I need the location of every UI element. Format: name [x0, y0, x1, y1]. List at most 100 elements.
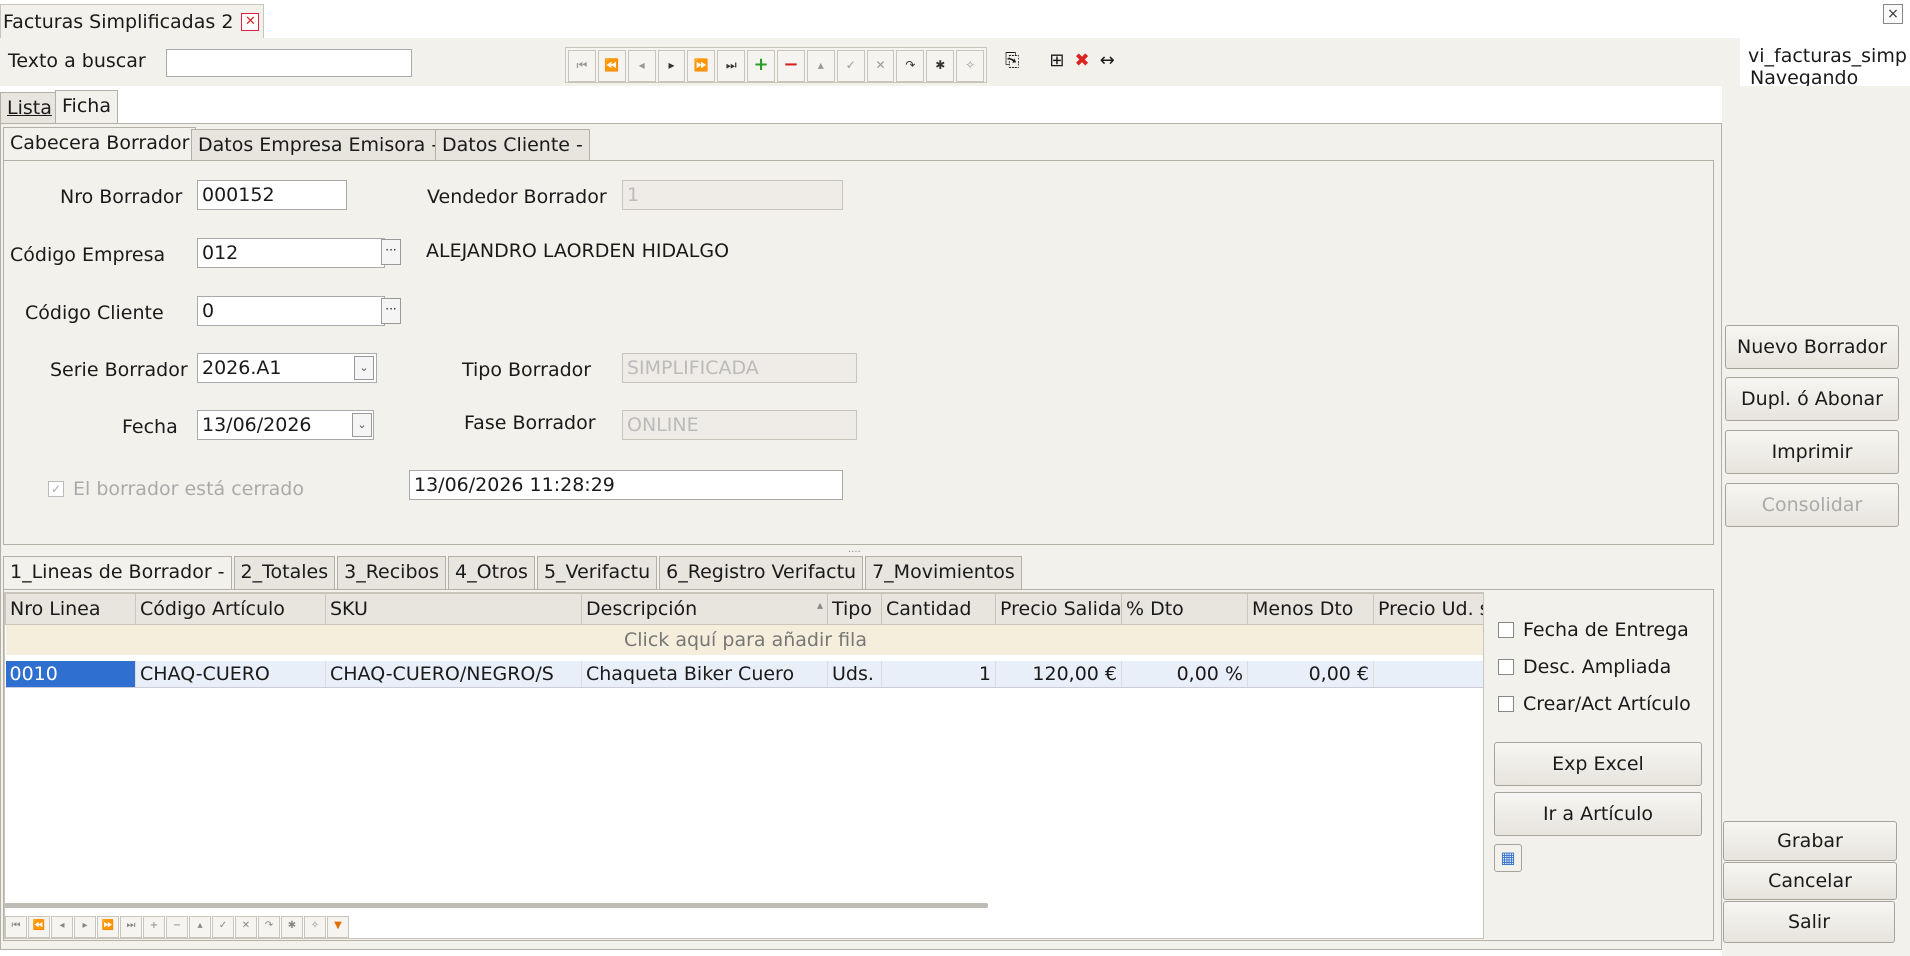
prev-icon[interactable]: ◂	[627, 50, 656, 82]
grid-nav-button-icon[interactable]: ⏭	[120, 916, 142, 938]
grid-nav-button-icon[interactable]: ▼	[327, 916, 349, 938]
column-header[interactable]: Cantidad	[881, 593, 996, 625]
cancel-icon[interactable]: ✕	[866, 50, 895, 82]
column-header[interactable]: Código Artículo	[135, 593, 326, 625]
column-header[interactable]: Nro Linea	[5, 593, 136, 625]
add-view-icon[interactable]: ⊞	[1049, 50, 1064, 71]
document-tab[interactable]: Facturas Simplificadas 2 ✕	[0, 4, 265, 38]
grid-nav-button-icon[interactable]: ▸	[74, 916, 96, 938]
refresh-icon[interactable]: ↷	[896, 50, 925, 82]
grid-nav-button-icon[interactable]: ↷	[258, 916, 280, 938]
exp-excel-button[interactable]: Exp Excel	[1494, 742, 1702, 786]
tab-otros[interactable]: 4_Otros	[448, 556, 535, 589]
column-header[interactable]: Precio Ud. s	[1373, 593, 1483, 625]
nuevo-borrador-button[interactable]: Nuevo Borrador	[1725, 325, 1899, 369]
codigo-empresa-field[interactable]: 012	[197, 238, 385, 268]
grid-nav-button-icon[interactable]: ✧	[304, 916, 326, 938]
last-icon[interactable]: ⏭	[717, 50, 746, 82]
accept-icon[interactable]: ✓	[836, 50, 865, 82]
serie-dropdown-icon[interactable]: ⌄	[354, 356, 374, 380]
add-row-prompt[interactable]: Click aquí para añadir fila	[5, 624, 1483, 655]
table-cell[interactable]: CHAQ-CUERO	[135, 661, 326, 688]
crear-articulo-checkbox[interactable]	[1498, 696, 1514, 712]
tab-lineas[interactable]: 1_Lineas de Borrador -	[3, 556, 232, 589]
tab-verifactu[interactable]: 5_Verifactu	[536, 556, 658, 589]
fecha-field[interactable]: 13/06/2026	[197, 410, 374, 440]
grid-nav-button-icon[interactable]: ⏩	[97, 916, 119, 938]
tab-verifactu-label: 5_Verifactu	[543, 561, 651, 583]
column-header[interactable]: Descripción ▴	[581, 593, 828, 625]
grabar-button[interactable]: Grabar	[1723, 821, 1897, 861]
tab-registro-verifactu[interactable]: 6_Registro Verifactu	[659, 556, 864, 589]
tab-ficha[interactable]: Ficha	[55, 90, 118, 124]
up-icon[interactable]: ▴	[806, 50, 835, 82]
fecha-entrega-checkbox[interactable]	[1498, 622, 1514, 638]
table-cell[interactable]: 1	[881, 661, 996, 688]
tab-lista[interactable]: Lista	[0, 92, 59, 124]
codigo-empresa-lookup-button[interactable]: ···	[381, 239, 401, 265]
fase-borrador-field: ONLINE	[622, 410, 857, 440]
table-cell[interactable]: 0,00 %	[1121, 661, 1248, 688]
table-cell[interactable]: 0,00 €	[1247, 661, 1374, 688]
table-cell[interactable]: CHAQ-CUERO/NEGRO/S	[325, 661, 582, 688]
ir-articulo-button[interactable]: Ir a Artículo	[1494, 792, 1702, 836]
grid-nav-button-icon[interactable]: ⏪	[28, 916, 50, 938]
copy-record-icon[interactable]: ⎘	[1005, 50, 1019, 71]
salir-button[interactable]: Salir	[1723, 901, 1895, 943]
tab-movimientos[interactable]: 7_Movimientos	[865, 556, 1022, 589]
column-header[interactable]: % Dto	[1121, 593, 1248, 625]
tab-recibos[interactable]: 3_Recibos	[337, 556, 447, 589]
grid-nav-button-icon[interactable]: ▴	[189, 916, 211, 938]
grid-nav-button-icon[interactable]: +	[143, 916, 165, 938]
grid-nav-button-icon[interactable]: ◂	[51, 916, 73, 938]
imprimir-button[interactable]: Imprimir	[1725, 430, 1899, 474]
remove-view-icon[interactable]: ✖	[1075, 50, 1090, 71]
table-cell[interactable]: 0010	[5, 661, 136, 688]
next-icon[interactable]: ▸	[657, 50, 686, 82]
codigo-cliente-field[interactable]: 0	[197, 296, 385, 326]
table-cell[interactable]: Chaqueta Biker Cuero	[581, 661, 828, 688]
nro-borrador-field[interactable]: 000152	[197, 180, 347, 210]
column-header-label: Tipo	[832, 598, 872, 620]
delete-icon[interactable]: −	[777, 50, 805, 82]
column-header[interactable]: Precio Salida	[995, 593, 1122, 625]
grid-nav-button-icon[interactable]: ✕	[235, 916, 257, 938]
tab-totales[interactable]: 2_Totales	[233, 556, 336, 589]
table-cell[interactable]	[1373, 661, 1483, 688]
grid-nav-button-icon[interactable]: ⏮	[5, 916, 27, 938]
resize-icon[interactable]: ↔	[1100, 50, 1115, 71]
calculator-icon[interactable]: ▦	[1494, 844, 1522, 872]
duplicar-button[interactable]: Dupl. ó Abonar	[1725, 377, 1899, 421]
add-icon[interactable]: +	[747, 50, 776, 82]
grid-scrollbar[interactable]	[4, 903, 988, 908]
grid-nav-button-icon[interactable]: −	[166, 916, 188, 938]
codigo-cliente-lookup-button[interactable]: ···	[381, 298, 401, 324]
column-header[interactable]: Tipo	[827, 593, 882, 625]
serie-borrador-label: Serie Borrador	[50, 359, 188, 381]
serie-borrador-select[interactable]: 2026.A1	[197, 353, 377, 383]
grid-nav-button-icon[interactable]: ✱	[281, 916, 303, 938]
table-cell[interactable]: Uds.	[827, 661, 882, 688]
close-tab-icon[interactable]: ✕	[241, 13, 260, 31]
tab-cabecera[interactable]: Cabecera Borrador	[3, 127, 197, 161]
search-input[interactable]	[166, 49, 412, 77]
next-page-icon[interactable]: ⏩	[687, 50, 716, 82]
star-icon[interactable]: ✱	[926, 50, 955, 82]
column-header[interactable]: SKU	[325, 593, 582, 625]
prev-page-icon[interactable]: ⏪	[597, 50, 626, 82]
tab-totales-label: 2_Totales	[240, 561, 329, 583]
close-window-icon[interactable]: ×	[1883, 4, 1903, 24]
tab-empresa-emisora[interactable]: Datos Empresa Emisora -	[191, 129, 446, 161]
extra-toolbar: ⎘ ⊞ ✖ ↔	[1005, 50, 1115, 71]
star-outline-icon[interactable]: ✧	[956, 50, 985, 82]
table-cell[interactable]: 120,00 €	[995, 661, 1122, 688]
fecha-dropdown-icon[interactable]: ⌄	[352, 413, 372, 437]
table-row[interactable]: 0010 CHAQ-CUERO CHAQ-CUERO/NEGRO/S Chaqueta…	[5, 661, 1483, 688]
desc-ampliada-checkbox[interactable]	[1498, 659, 1514, 675]
cancelar-button[interactable]: Cancelar	[1723, 862, 1897, 900]
first-icon[interactable]: ⏮	[568, 50, 596, 82]
grid-nav-button-icon[interactable]: ✓	[212, 916, 234, 938]
tab-cliente[interactable]: Datos Cliente -	[435, 129, 590, 161]
tab-registro-label: 6_Registro Verifactu	[666, 561, 857, 583]
column-header[interactable]: Menos Dto	[1247, 593, 1374, 625]
